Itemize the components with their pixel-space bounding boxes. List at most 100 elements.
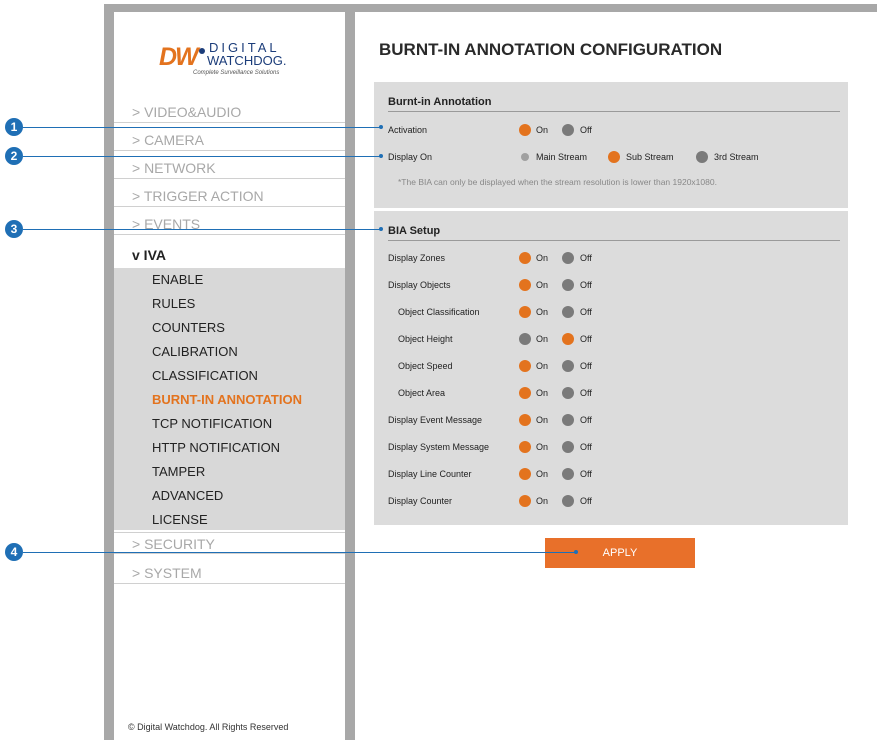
iva-item-rules[interactable]: RULES bbox=[152, 295, 195, 313]
bia-row-label: Object Speed bbox=[398, 361, 453, 371]
bia-on-label: On bbox=[536, 415, 549, 425]
logo-dot bbox=[199, 48, 205, 54]
bia-on-radio[interactable] bbox=[519, 387, 531, 399]
sidebar-item-system[interactable]: > SYSTEM bbox=[114, 562, 345, 584]
callout-dot bbox=[379, 125, 383, 129]
sidebar-item-network[interactable]: > NETWORK bbox=[114, 157, 345, 179]
divider bbox=[388, 240, 840, 241]
burnt-in-annotation-panel: Burnt-in Annotation Activation On Off Di… bbox=[374, 82, 848, 208]
frame-border-top bbox=[104, 4, 877, 12]
bia-row-label: Display Objects bbox=[388, 280, 451, 290]
sidebar-item-iva[interactable]: v IVA bbox=[114, 243, 345, 268]
iva-item-http-notification[interactable]: HTTP NOTIFICATION bbox=[152, 439, 280, 457]
sidebar-border bbox=[345, 4, 355, 740]
bia-off-label: Off bbox=[580, 442, 592, 452]
bia-on-radio[interactable] bbox=[519, 441, 531, 453]
display-on-label: Display On bbox=[388, 152, 433, 162]
bia-off-radio[interactable] bbox=[562, 495, 574, 507]
callout-marker: 1 bbox=[5, 118, 23, 136]
panel-title: Burnt-in Annotation bbox=[388, 96, 492, 108]
activation-on-label: On bbox=[536, 125, 549, 135]
bia-row-label: Object Area bbox=[398, 388, 446, 398]
sub-stream-radio[interactable] bbox=[608, 151, 620, 163]
activation-off-label: Off bbox=[580, 125, 592, 135]
bia-off-radio[interactable] bbox=[562, 306, 574, 318]
sidebar-border bbox=[104, 4, 114, 740]
iva-item-classification[interactable]: CLASSIFICATION bbox=[152, 367, 258, 385]
bia-off-label: Off bbox=[580, 415, 592, 425]
sidebar-item-camera[interactable]: > CAMERA bbox=[114, 129, 345, 151]
bia-off-label: Off bbox=[580, 253, 592, 263]
bia-off-radio[interactable] bbox=[562, 468, 574, 480]
bia-off-radio[interactable] bbox=[562, 333, 574, 345]
main-stream-radio[interactable] bbox=[521, 153, 529, 161]
iva-item-counters[interactable]: COUNTERS bbox=[152, 319, 225, 337]
bia-on-label: On bbox=[536, 469, 549, 479]
callout-line bbox=[23, 552, 576, 553]
bia-off-radio[interactable] bbox=[562, 279, 574, 291]
activation-on-radio[interactable] bbox=[519, 124, 531, 136]
bia-off-label: Off bbox=[580, 388, 592, 398]
callout-dot bbox=[379, 227, 383, 231]
bia-off-label: Off bbox=[580, 469, 592, 479]
activation-label: Activation bbox=[388, 125, 428, 135]
bia-off-radio[interactable] bbox=[562, 360, 574, 372]
bia-on-radio[interactable] bbox=[519, 360, 531, 372]
bia-row-label: Display Line Counter bbox=[388, 469, 472, 479]
bia-on-radio[interactable] bbox=[519, 306, 531, 318]
sub-stream-label: Sub Stream bbox=[626, 152, 674, 162]
bia-on-label: On bbox=[536, 307, 549, 317]
bia-on-radio[interactable] bbox=[519, 279, 531, 291]
iva-item-license[interactable]: LICENSE bbox=[152, 511, 208, 529]
sidebar-item-trigger-action[interactable]: > TRIGGER ACTION bbox=[114, 185, 345, 207]
iva-item-calibration[interactable]: CALIBRATION bbox=[152, 343, 238, 361]
apply-button[interactable]: APPLY bbox=[545, 538, 695, 568]
bia-setup-panel: BIA Setup Display Zones On Off Display Obje… bbox=[374, 211, 848, 525]
logo-mark: DW bbox=[159, 43, 199, 71]
callout-line bbox=[23, 156, 381, 157]
digital-watchdog-logo: DW DIGITAL WATCHDOG. Complete Surveillan… bbox=[159, 39, 299, 83]
page-title: BURNT-IN ANNOTATION CONFIGURATION bbox=[379, 40, 723, 59]
bia-on-label: On bbox=[536, 253, 549, 263]
bia-off-radio[interactable] bbox=[562, 414, 574, 426]
bia-off-label: Off bbox=[580, 280, 592, 290]
bia-off-radio[interactable] bbox=[562, 252, 574, 264]
sidebar-item-security[interactable]: > SECURITY bbox=[114, 532, 345, 554]
bia-on-radio[interactable] bbox=[519, 468, 531, 480]
bia-on-radio[interactable] bbox=[519, 333, 531, 345]
callout-line bbox=[23, 229, 381, 230]
callout-marker: 2 bbox=[5, 147, 23, 165]
third-stream-radio[interactable] bbox=[696, 151, 708, 163]
bia-on-label: On bbox=[536, 388, 549, 398]
bia-on-radio[interactable] bbox=[519, 414, 531, 426]
bia-on-label: On bbox=[536, 334, 549, 344]
bia-on-radio[interactable] bbox=[519, 252, 531, 264]
main-content: BURNT-IN ANNOTATION CONFIGURATION Burnt-… bbox=[355, 12, 877, 740]
logo-tagline: Complete Surveillance Solutions bbox=[193, 70, 280, 76]
bia-row-label: Display System Message bbox=[388, 442, 490, 452]
iva-item-burnt-in-annotation[interactable]: BURNT-IN ANNOTATION bbox=[152, 391, 302, 409]
callout-dot bbox=[574, 550, 578, 554]
bia-on-label: On bbox=[536, 280, 549, 290]
divider bbox=[388, 111, 840, 112]
iva-item-enable[interactable]: ENABLE bbox=[152, 271, 203, 289]
iva-item-tcp-notification[interactable]: TCP NOTIFICATION bbox=[152, 415, 272, 433]
bia-off-label: Off bbox=[580, 496, 592, 506]
bia-on-radio[interactable] bbox=[519, 495, 531, 507]
bia-off-radio[interactable] bbox=[562, 387, 574, 399]
bia-off-label: Off bbox=[580, 334, 592, 344]
callout-dot bbox=[379, 154, 383, 158]
callout-marker: 4 bbox=[5, 543, 23, 561]
bia-on-label: On bbox=[536, 442, 549, 452]
activation-off-radio[interactable] bbox=[562, 124, 574, 136]
third-stream-label: 3rd Stream bbox=[714, 152, 759, 162]
panel-title: BIA Setup bbox=[388, 225, 441, 237]
sidebar-item-video-audio[interactable]: > VIDEO&AUDIO bbox=[114, 101, 345, 123]
bia-row-label: Display Event Message bbox=[388, 415, 483, 425]
iva-item-tamper[interactable]: TAMPER bbox=[152, 463, 205, 481]
iva-item-advanced[interactable]: ADVANCED bbox=[152, 487, 223, 505]
logo-line2: WATCHDOG. bbox=[207, 53, 287, 68]
bia-row-label: Object Classification bbox=[398, 307, 480, 317]
sidebar-item-events[interactable]: > EVENTS bbox=[114, 213, 345, 235]
bia-off-radio[interactable] bbox=[562, 441, 574, 453]
